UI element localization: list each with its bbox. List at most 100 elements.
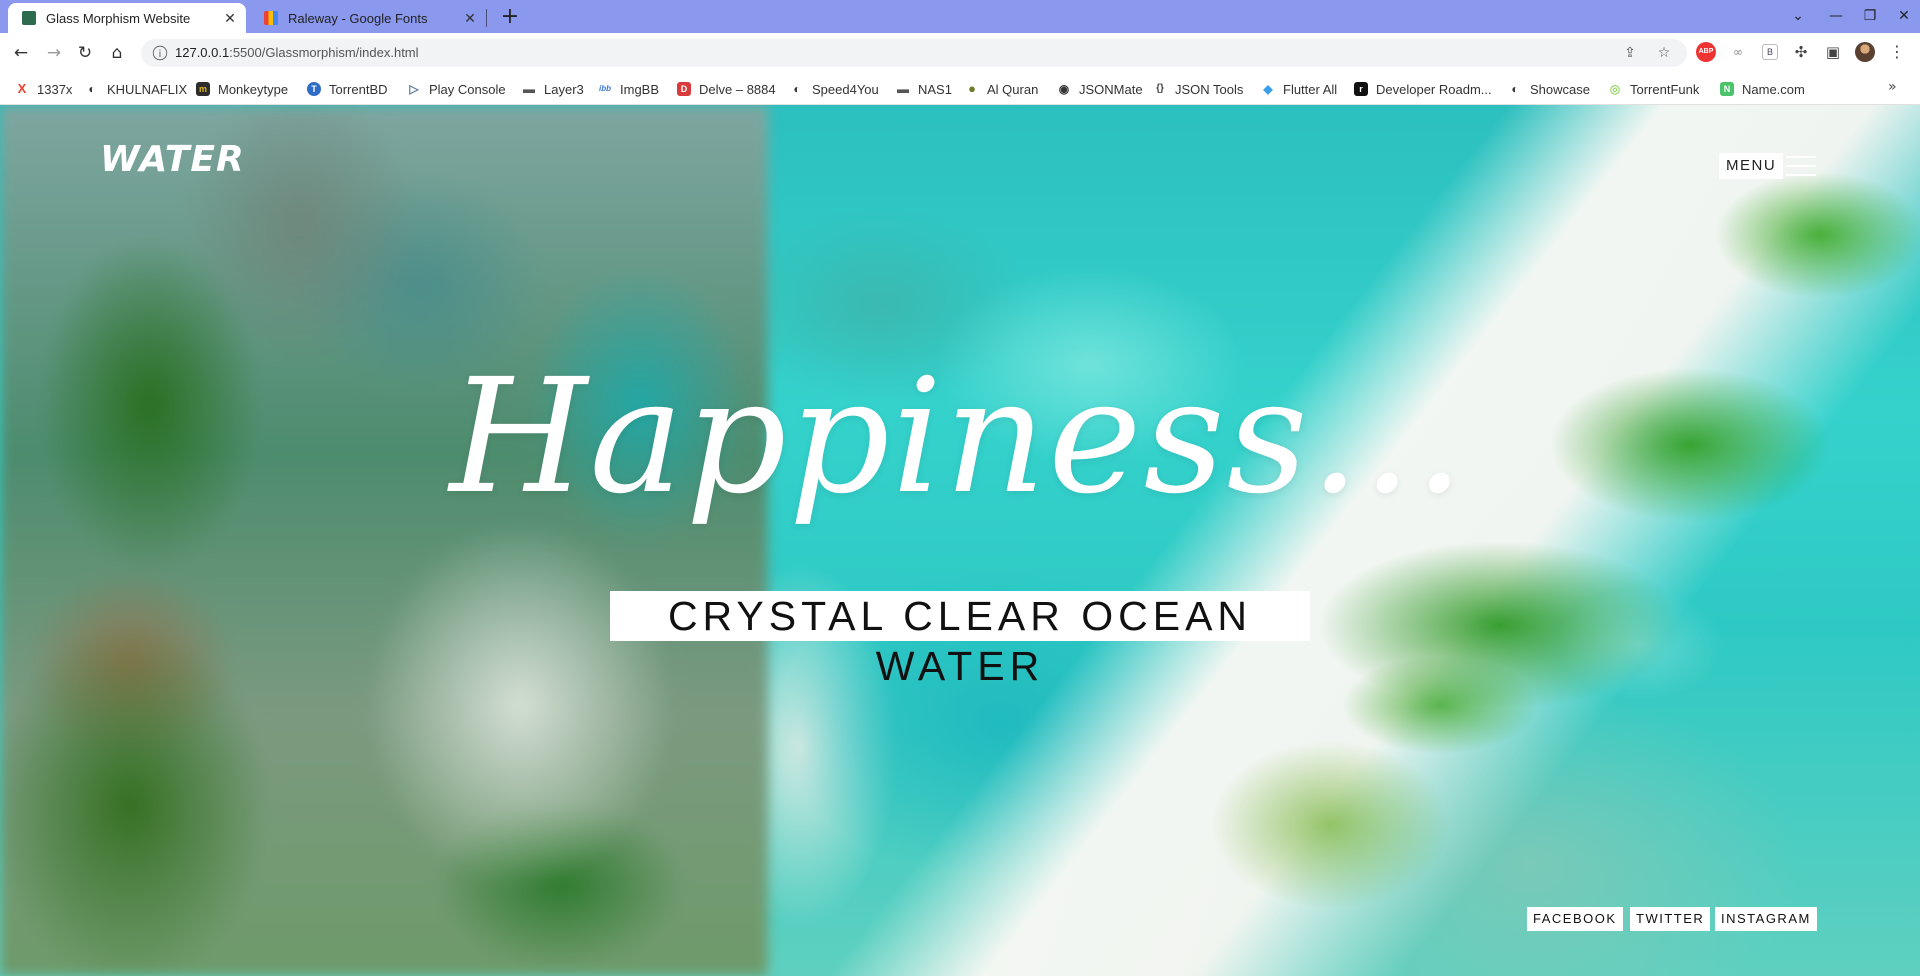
extensions-puzzle-icon[interactable]: ✣ [1791,42,1811,62]
bookmark-label: TorrentFunk [1630,81,1700,97]
bookmark-label: JSON Tools [1175,81,1244,97]
torrentfunk-icon: ◎ [1609,82,1621,96]
bookmark-label: Name.com [1742,81,1805,97]
google-fonts-favicon-icon [264,11,278,25]
bookmark-speed4you[interactable]: ◐ Speed4You [790,79,878,99]
bookmark-label: Monkeytype [218,81,289,97]
bookmark-label: 1337x [37,81,73,97]
bookmark-showcase[interactable]: ◐ Showcase [1508,79,1590,99]
bookmark-play-console[interactable]: ▷ Play Console [407,79,506,99]
twitter-link[interactable]: TWITTER [1630,907,1711,931]
bookmark-json-tools[interactable]: {} JSON Tools [1153,79,1243,99]
home-button[interactable]: ⌂ [105,41,129,65]
url-host: 127.0.0.1 [175,45,230,60]
bookmark-star-icon[interactable]: ☆ [1655,44,1673,62]
bookmark-label: ImgBB [620,81,660,97]
hero-subtitle: CRYSTAL CLEAR OCEAN WATER [610,591,1310,689]
bookmark-label: NAS1 [918,81,952,97]
delve-icon: D [677,82,691,96]
al-quran-icon: ● [968,81,976,96]
bookmark-1337x[interactable]: X 1337x [15,79,73,99]
bookmark-khulnaflix[interactable]: ◐ KHULNAFLIX [85,79,187,99]
tab-title: Glass Morphism Website [46,10,191,26]
browser-toolbar: ← → ↻ ⌂ i 127.0.0.1:5500/Glassmorphism/i… [0,33,1920,73]
bookmark-label: JSONMate [1079,81,1143,97]
globe-icon: ◐ [793,82,801,96]
bookmark-delve[interactable]: D Delve – 8884 [677,79,776,99]
url-text[interactable]: 127.0.0.1:5500/Glassmorphism/index.html [175,45,419,60]
facebook-link[interactable]: FACEBOOK [1527,907,1623,931]
back-button[interactable]: ← [9,41,33,65]
share-icon[interactable]: ⇪ [1621,44,1639,62]
site-favicon-icon [22,11,36,25]
tab-divider [486,9,487,27]
bookmark-label: Layer3 [544,81,584,97]
bookmark-torrentbd[interactable]: T TorrentBD [307,79,388,99]
folder-icon: ▬ [523,82,535,96]
tab-raleway-google-fonts[interactable]: Raleway - Google Fonts ✕ [250,3,486,33]
bookmark-jsonmate[interactable]: ◉ JSONMate [1057,79,1143,99]
minimize-button[interactable]: — [1821,4,1851,28]
hero-headline: Happiness... [449,345,1467,529]
restore-button[interactable]: ❐ [1855,4,1885,28]
bookmark-label: Play Console [429,81,506,97]
bookmark-label: Developer Roadm... [1376,81,1492,97]
1337x-icon: X [17,81,27,96]
globe-icon: ◐ [88,82,96,96]
bookmark-label: TorrentBD [329,81,388,97]
bookmark-layer3[interactable]: ▬ Layer3 [522,79,584,99]
bookmark-label: Al Quran [987,81,1039,97]
browser-tab-strip: Glass Morphism Website ✕ Raleway - Googl… [0,0,1920,33]
site-info-icon[interactable]: i [152,45,168,61]
torrentbd-icon: T [307,82,321,96]
tab-title: Raleway - Google Fonts [288,10,428,26]
bookmark-label: KHULNAFLIX [107,81,188,97]
more-bookmarks-button[interactable]: » [1888,79,1897,95]
imgbb-icon: ibb [599,84,611,93]
bookmark-label: Showcase [1530,81,1590,97]
bookmark-nas1[interactable]: ▬ NAS1 [896,79,952,99]
forward-button[interactable]: → [42,41,66,65]
hamburger-menu-icon[interactable] [1786,156,1816,176]
hamburger-line [1786,174,1816,176]
flutter-icon: ◆ [1263,82,1273,96]
json-tools-icon: {} [1156,83,1164,94]
roadmap-icon: r [1354,82,1368,96]
close-tab-icon[interactable]: ✕ [460,10,480,27]
url-path: :5500/Glassmorphism/index.html [229,45,419,60]
reload-button[interactable]: ↻ [73,41,97,65]
tab-search-icon[interactable]: ⌄ [1783,4,1813,28]
link-extension-icon[interactable]: ∞ [1728,42,1748,62]
bookmark-torrentfunk[interactable]: ◎ TorrentFunk [1608,79,1700,99]
close-tab-icon[interactable]: ✕ [220,10,240,27]
tab-glass-morphism[interactable]: Glass Morphism Website ✕ [8,3,246,33]
profile-avatar[interactable] [1855,42,1875,62]
folder-icon: ▬ [897,82,909,96]
bookmark-imgbb[interactable]: ibb ImgBB [598,79,659,99]
bookmark-developer-roadmap[interactable]: r Developer Roadm... [1354,79,1492,99]
instagram-link[interactable]: INSTAGRAM [1715,907,1817,931]
close-window-button[interactable]: ✕ [1889,4,1919,28]
bookmark-al-quran[interactable]: ● Al Quran [965,79,1038,99]
ocean-background-image [0,105,1920,976]
menu-button[interactable]: MENU [1719,153,1784,179]
bookmarks-bar: X 1337x ◐ KHULNAFLIX m Monkeytype T TorrentB… [0,73,1920,105]
kebab-menu-icon[interactable]: ⋮ [1887,42,1907,62]
adblock-plus-icon[interactable]: ABP [1696,42,1716,62]
jsonmate-icon: ◉ [1058,82,1070,96]
site-logo[interactable]: WATER [100,139,245,180]
name-com-icon: N [1720,82,1734,96]
address-bar[interactable]: i 127.0.0.1:5500/Glassmorphism/index.htm… [141,39,1687,67]
new-tab-button[interactable]: + [496,3,524,31]
bookmark-name-com[interactable]: N Name.com [1720,79,1805,99]
bookmark-monkeytype[interactable]: m Monkeytype [196,79,288,99]
hamburger-line [1786,165,1816,167]
play-console-icon: ▷ [409,82,419,96]
monkeytype-icon: m [196,82,210,96]
side-panel-icon[interactable]: ▣ [1823,42,1843,62]
b-extension-icon[interactable]: B [1762,44,1778,60]
bookmark-flutter-all[interactable]: ◆ Flutter All [1261,79,1337,99]
hamburger-line [1786,156,1816,158]
web-page: WATER MENU Happiness... CRYSTAL CLEAR OC… [0,105,1920,976]
globe-icon: ◐ [1511,82,1519,96]
